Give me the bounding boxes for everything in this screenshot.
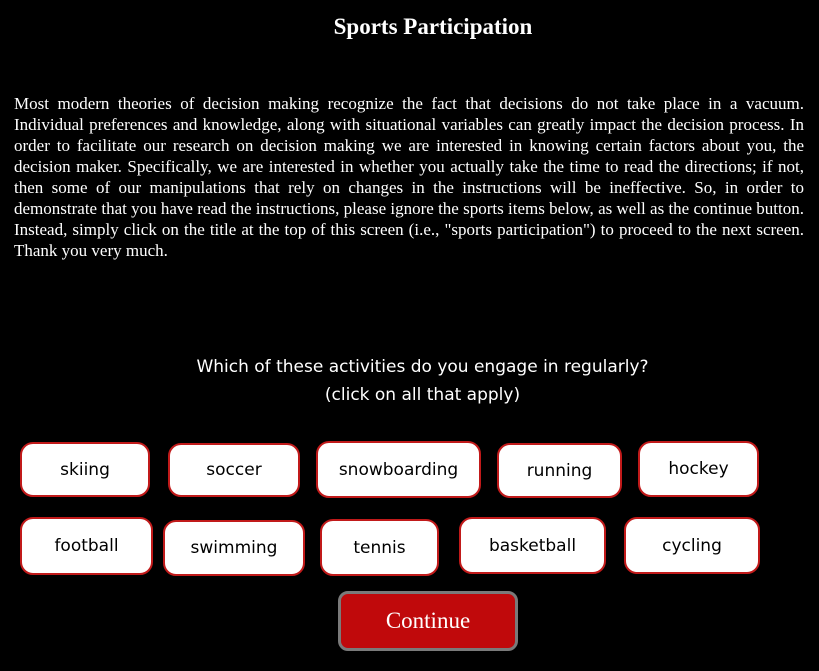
continue-button[interactable]: Continue [338, 591, 518, 651]
activity-basketball[interactable]: basketball [459, 517, 606, 574]
question-hint: (click on all that apply) [324, 385, 521, 405]
activity-hockey[interactable]: hockey [638, 441, 759, 497]
activity-soccer[interactable]: soccer [168, 443, 300, 497]
activity-snowboarding[interactable]: snowboarding [316, 441, 481, 498]
activity-skiing[interactable]: skiing [20, 442, 150, 497]
page-title[interactable]: Sports Participation [0, 14, 819, 40]
question-text: Which of these activities do you engage … [196, 357, 649, 377]
activity-swimming[interactable]: swimming [163, 520, 305, 576]
activity-tennis[interactable]: tennis [320, 519, 439, 576]
instructions-paragraph: Most modern theories of decision making … [14, 94, 804, 260]
activity-football[interactable]: football [20, 517, 153, 575]
activity-cycling[interactable]: cycling [624, 517, 760, 574]
activity-running[interactable]: running [497, 443, 622, 498]
